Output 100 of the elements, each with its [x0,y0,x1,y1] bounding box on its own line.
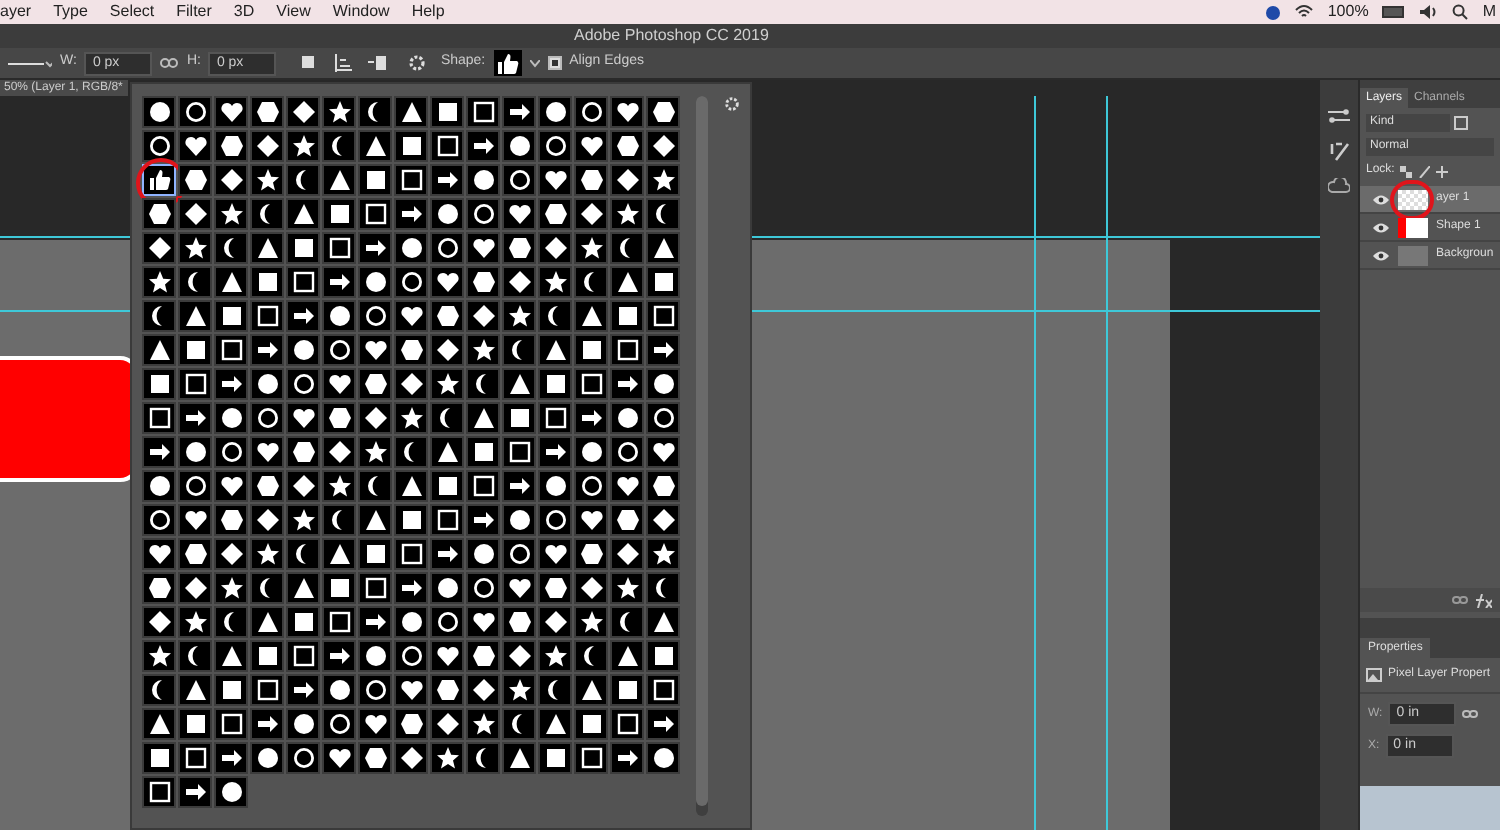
shape-swatch[interactable] [574,368,608,400]
shape-swatch[interactable] [538,232,572,264]
shape-swatch[interactable] [250,606,284,638]
shape-swatch[interactable] [358,130,392,162]
link-icon[interactable] [160,58,179,68]
shape-swatch[interactable] [214,198,248,230]
shape-swatch[interactable] [178,742,212,774]
shape-swatch[interactable] [502,470,536,502]
shape-swatch[interactable] [466,266,500,298]
shape-swatch[interactable] [538,708,572,740]
shape-swatch[interactable] [178,232,212,264]
shape-swatch[interactable] [214,674,248,706]
shape-swatch[interactable] [646,742,680,774]
wifi-icon[interactable] [1293,4,1314,20]
shape-swatch[interactable] [214,334,248,366]
shape-swatch[interactable] [502,640,536,672]
shape-swatch[interactable] [250,198,284,230]
shape-swatch[interactable] [214,538,248,570]
caret-icon[interactable] [529,59,540,67]
shape-swatch[interactable] [250,538,284,570]
shape-swatch[interactable] [538,606,572,638]
shape-swatch[interactable] [538,436,572,468]
shape-swatch[interactable] [646,640,680,672]
shape-swatch[interactable] [214,232,248,264]
shape-swatch[interactable] [430,232,464,264]
align-icon[interactable] [334,54,353,72]
shape-swatch[interactable] [358,368,392,400]
shape-swatch[interactable] [322,130,356,162]
shape-swatch[interactable] [502,742,536,774]
shape-swatch[interactable] [574,606,608,638]
shape-swatch[interactable] [142,674,176,706]
shape-swatch[interactable] [358,708,392,740]
shape-swatch[interactable] [286,470,320,502]
shape-swatch[interactable] [142,572,176,604]
shape-swatch[interactable] [250,232,284,264]
menu-item[interactable]: ayer [0,4,32,20]
battery-icon[interactable] [1382,6,1407,18]
dot-icon[interactable] [1265,5,1280,19]
shape-swatch[interactable] [178,164,212,196]
shape-swatch[interactable] [646,470,680,502]
shape-swatch[interactable] [394,538,428,570]
shape-swatch[interactable] [214,640,248,672]
shape-swatch[interactable] [502,402,536,434]
shape-swatch[interactable] [286,368,320,400]
menu-item[interactable]: 3D [233,4,255,20]
shape-swatch[interactable] [286,232,320,264]
shape-swatch[interactable] [322,266,356,298]
shape-swatch[interactable] [610,198,644,230]
shape-swatch[interactable] [214,300,248,332]
shape-swatch[interactable] [178,334,212,366]
shape-swatch[interactable] [142,232,176,264]
shape-swatch[interactable] [430,742,464,774]
search-icon[interactable] [1452,4,1469,20]
shape-swatch[interactable] [358,164,392,196]
shape-swatch[interactable] [286,640,320,672]
checkerboard-icon[interactable] [1400,165,1413,177]
shape-swatch[interactable] [286,96,320,128]
shape-swatch[interactable] [610,130,644,162]
shape-swatch[interactable] [214,130,248,162]
shape-swatch[interactable] [430,368,464,400]
shape-swatch[interactable] [502,266,536,298]
shape-swatch[interactable] [250,130,284,162]
shape-swatch[interactable] [502,674,536,706]
move-icon[interactable] [1436,165,1449,177]
shape-swatch[interactable] [322,572,356,604]
shape-swatch[interactable] [394,232,428,264]
shape-swatch[interactable] [466,674,500,706]
shape-swatch[interactable] [538,640,572,672]
shape-swatch[interactable] [430,640,464,672]
shape-swatch[interactable] [322,300,356,332]
shape-swatch[interactable] [286,402,320,434]
shape-swatch[interactable] [358,96,392,128]
shape-preview[interactable] [493,50,522,76]
shape-swatch[interactable] [142,334,176,366]
menu-item[interactable]: View [276,4,311,20]
shape-swatch[interactable] [250,470,284,502]
shape-swatch[interactable] [178,776,212,808]
shape-swatch[interactable] [610,402,644,434]
effects-icon[interactable] [1476,593,1492,607]
shape-swatch[interactable] [430,164,464,196]
shape-swatch[interactable] [502,334,536,366]
shape-swatch[interactable] [322,368,356,400]
shape-swatch[interactable] [610,504,644,536]
shape-swatch[interactable] [250,164,284,196]
shape-swatch[interactable] [466,572,500,604]
shape-swatch[interactable] [430,198,464,230]
shape-swatch[interactable] [502,538,536,570]
shape-swatch[interactable] [430,402,464,434]
shape-swatch[interactable] [430,96,464,128]
shape-swatch[interactable] [610,334,644,366]
shape-swatch[interactable] [322,334,356,366]
shape-swatch[interactable] [466,708,500,740]
shape-swatch[interactable] [394,708,428,740]
shape-swatch[interactable] [502,572,536,604]
shape-swatch[interactable] [574,198,608,230]
shape-swatch[interactable] [574,742,608,774]
shape-swatch[interactable] [430,538,464,570]
shape-swatch[interactable] [142,96,176,128]
shape-swatch[interactable] [358,334,392,366]
shape-swatch[interactable] [646,368,680,400]
